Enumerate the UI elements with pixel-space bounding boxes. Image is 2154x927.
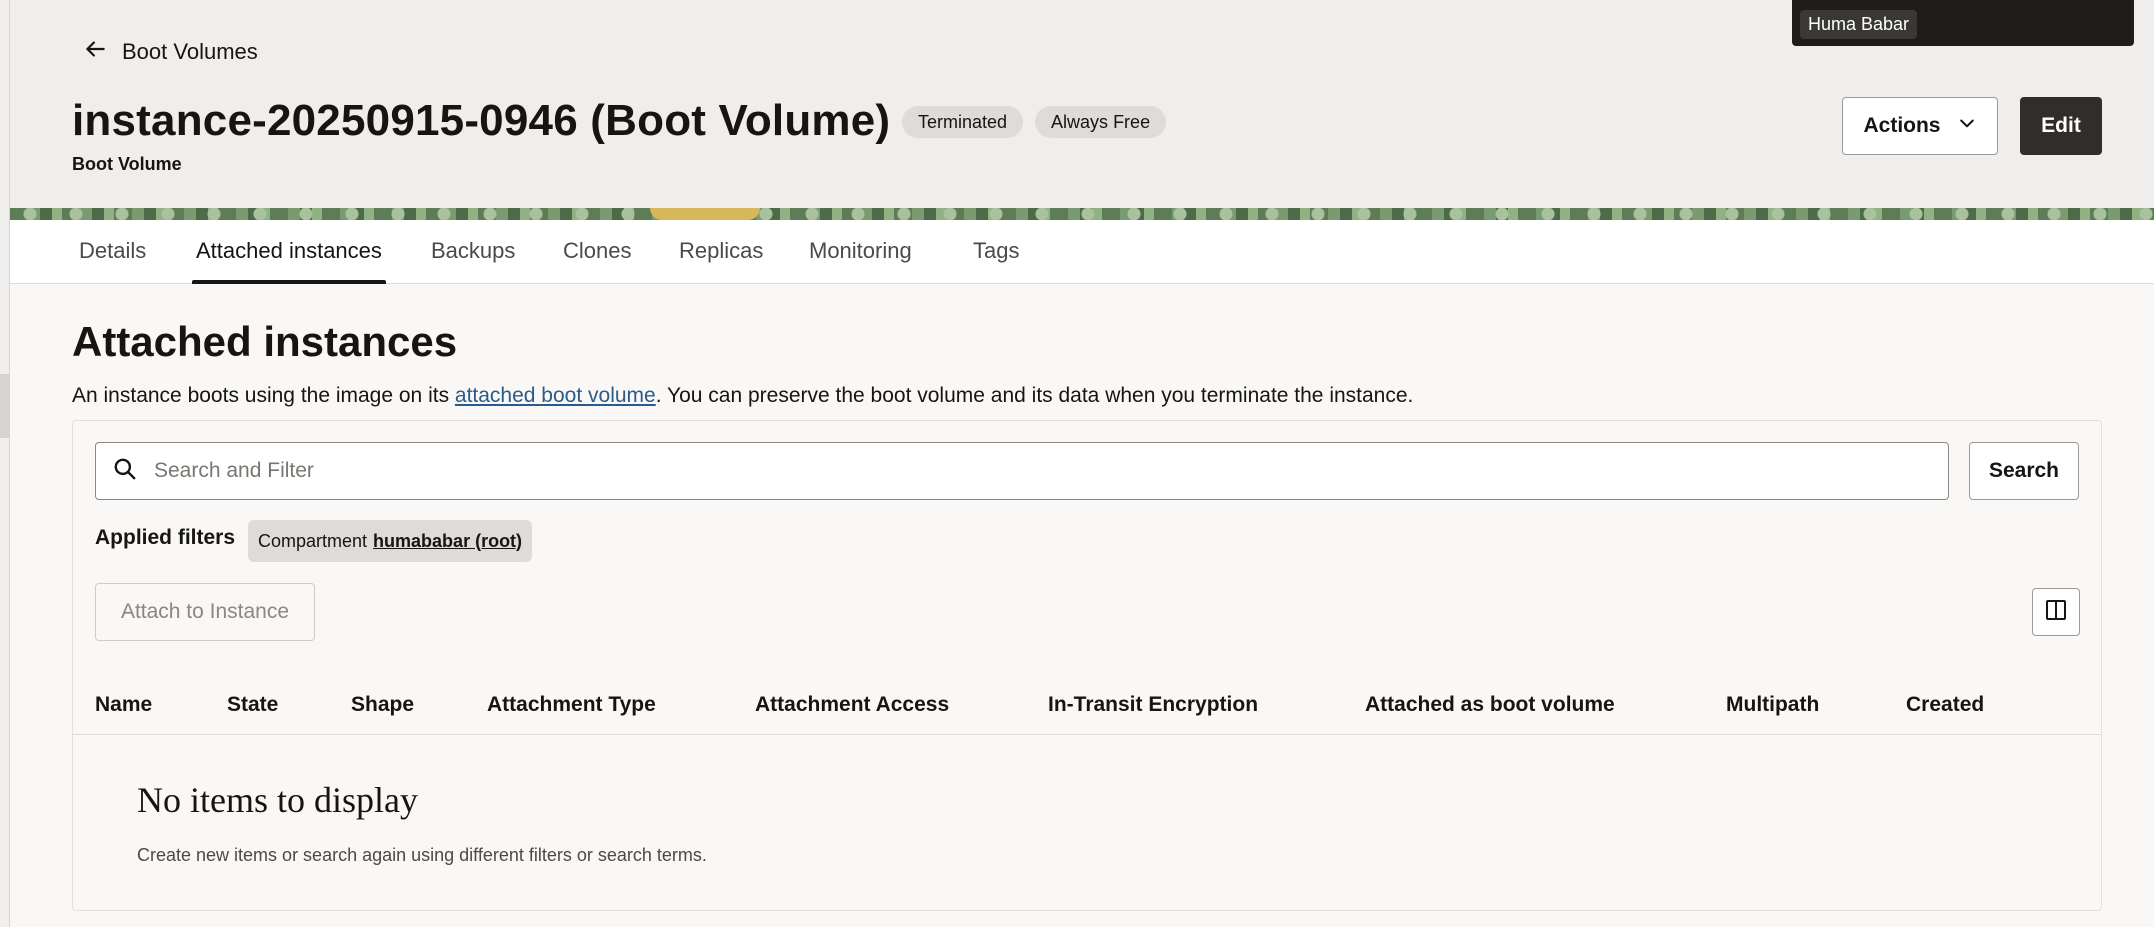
tab-clones[interactable]: Clones <box>563 238 631 284</box>
table-header-row: Name State Shape Attachment Type Attachm… <box>73 683 2101 735</box>
status-badge-terminated: Terminated <box>902 106 1024 138</box>
tab-bar: Details Attached instances Backups Clone… <box>10 220 2154 284</box>
attached-boot-volume-link[interactable]: attached boot volume <box>455 384 656 407</box>
description-suffix: . You can preserve the boot volume and i… <box>655 384 1414 407</box>
search-input[interactable] <box>154 459 1854 483</box>
page-subtitle: Boot Volume <box>72 154 182 174</box>
tab-attached-instances[interactable]: Attached instances <box>192 238 386 284</box>
actions-menu-button[interactable]: Actions <box>1842 97 1998 155</box>
column-header-attachment-access[interactable]: Attachment Access <box>755 693 949 717</box>
decorative-banner <box>10 208 2154 220</box>
column-header-multipath[interactable]: Multipath <box>1726 693 1819 717</box>
applied-filters-label: Applied filters <box>95 526 236 549</box>
column-header-in-transit-encryption[interactable]: In-Transit Encryption <box>1048 693 1258 717</box>
column-header-attached-as-boot-volume[interactable]: Attached as boot volume <box>1365 693 1615 717</box>
section-description: An instance boots using the image on its… <box>72 384 1413 408</box>
banner-accent <box>650 208 760 220</box>
status-badges: Terminated Always Free <box>902 106 1167 138</box>
tab-monitoring[interactable]: Monitoring <box>809 238 912 284</box>
user-menu-popup: Huma Babar <box>1792 0 2134 46</box>
arrow-left-icon <box>82 36 108 68</box>
search-button[interactable]: Search <box>1969 442 2079 500</box>
empty-state-description: Create new items or search again using d… <box>137 845 707 865</box>
columns-icon <box>2044 598 2068 627</box>
left-rail <box>0 0 10 927</box>
section-title: Attached instances <box>72 318 458 365</box>
column-header-attachment-type[interactable]: Attachment Type <box>487 693 656 717</box>
empty-state-title: No items to display <box>137 780 418 820</box>
filter-chip-key: Compartment <box>258 530 368 551</box>
column-settings-button[interactable] <box>2032 588 2080 636</box>
tab-replicas[interactable]: Replicas <box>679 238 763 284</box>
back-link-label: Boot Volumes <box>122 39 258 64</box>
column-header-shape[interactable]: Shape <box>351 693 414 717</box>
edit-button[interactable]: Edit <box>2020 97 2102 155</box>
filter-chip-compartment: Compartment humababar (root) <box>248 520 533 562</box>
search-box[interactable] <box>95 442 1949 500</box>
status-badge-always-free: Always Free <box>1035 106 1167 138</box>
tab-details[interactable]: Details <box>79 238 146 284</box>
page-title: instance-20250915-0946 (Boot Volume) <box>72 96 891 145</box>
page-header: Boot Volumes instance-20250915-0946 (Boo… <box>10 0 2154 208</box>
search-icon <box>96 456 138 487</box>
description-prefix: An instance boots using the image on its <box>72 384 455 407</box>
filter-chip-value-link[interactable]: humababar (root) <box>373 531 522 552</box>
attached-instances-panel: Search Applied filters Compartment humab… <box>72 420 2102 911</box>
chevron-down-icon <box>1957 113 1977 139</box>
column-header-state[interactable]: State <box>227 693 278 717</box>
actions-button-label: Actions <box>1863 114 1941 137</box>
user-name-chip[interactable]: Huma Babar <box>1800 10 1918 39</box>
tab-tags[interactable]: Tags <box>973 238 1019 284</box>
tab-backups[interactable]: Backups <box>431 238 515 284</box>
rail-resize-handle[interactable] <box>0 374 10 438</box>
attach-to-instance-button[interactable]: Attach to Instance <box>95 583 315 641</box>
back-to-boot-volumes-link[interactable]: Boot Volumes <box>82 36 258 68</box>
column-header-name[interactable]: Name <box>95 693 152 717</box>
column-header-created[interactable]: Created <box>1906 693 1984 717</box>
